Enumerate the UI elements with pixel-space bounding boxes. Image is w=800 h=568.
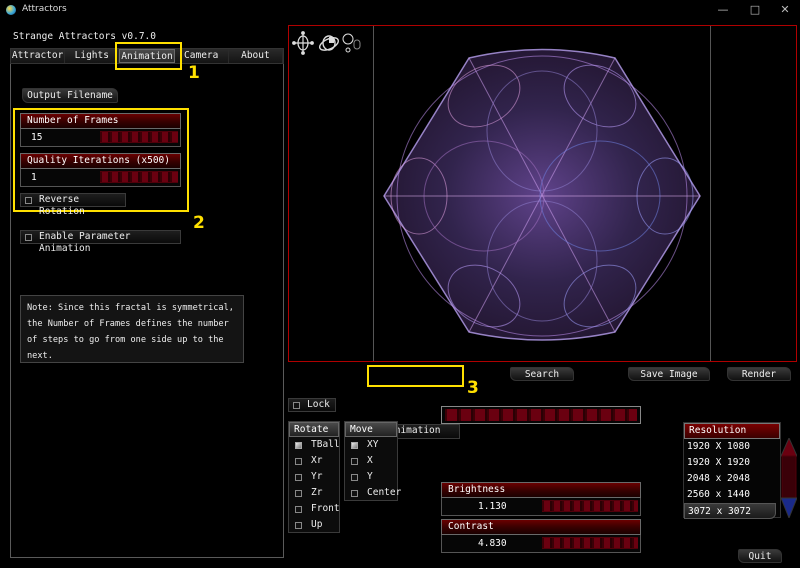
resolution-list: Resolution 1920 X 1080 1920 X 1920 2048 … bbox=[683, 422, 781, 519]
checkbox-icon bbox=[295, 442, 302, 449]
output-filename-button[interactable]: Output Filename bbox=[22, 88, 118, 103]
save-image-button[interactable]: Save Image bbox=[628, 367, 710, 381]
highlight-box-3 bbox=[367, 365, 464, 387]
option-label: Y bbox=[367, 471, 373, 482]
contrast-label: Contrast bbox=[441, 519, 641, 535]
lock-checkbox[interactable]: Lock bbox=[288, 398, 336, 412]
resolution-header: Resolution bbox=[684, 423, 780, 439]
tab-about[interactable]: About bbox=[228, 49, 284, 63]
tab-camera[interactable]: Camera bbox=[174, 49, 229, 63]
app-title: Strange Attractors v0.7.0 bbox=[13, 31, 156, 42]
scroll-down-arrow-icon[interactable] bbox=[781, 497, 797, 518]
checkbox-icon bbox=[295, 474, 302, 481]
note-text: Note: Since this fractal is symmetrical,… bbox=[20, 295, 244, 363]
callout-2: 2 bbox=[193, 213, 205, 233]
option-label: Zr bbox=[311, 487, 323, 498]
resolution-option-selected[interactable]: 3072 x 3072 bbox=[684, 503, 776, 519]
rotate-option-up[interactable]: Up bbox=[289, 517, 339, 533]
move-option-y[interactable]: Y bbox=[345, 469, 397, 485]
checkbox-icon bbox=[25, 197, 32, 204]
rotate-gizmo-icon[interactable] bbox=[318, 35, 340, 53]
reverse-rotation-label: Reverse Rotation bbox=[39, 194, 85, 217]
option-label: Front bbox=[311, 503, 340, 514]
number-of-frames-label: Number of Frames bbox=[20, 113, 181, 129]
resolution-option[interactable]: 2048 x 2048 bbox=[684, 471, 780, 487]
checkbox-icon bbox=[295, 522, 302, 529]
window-title: Attractors bbox=[22, 4, 67, 14]
checkbox-icon bbox=[351, 490, 358, 497]
app-icon bbox=[6, 5, 16, 15]
rotate-list-header: Rotate bbox=[289, 422, 339, 437]
checkbox-icon bbox=[351, 458, 358, 465]
attractor-render bbox=[383, 48, 701, 341]
minimize-button[interactable]: — bbox=[708, 2, 738, 18]
move-list-header: Move bbox=[345, 422, 397, 437]
move-option-x[interactable]: X bbox=[345, 453, 397, 469]
quality-iterations-value: 1 bbox=[31, 172, 37, 183]
checkbox-icon bbox=[25, 234, 32, 241]
rotate-option-zr[interactable]: Zr bbox=[289, 485, 339, 501]
number-of-frames-track[interactable] bbox=[100, 131, 178, 143]
enable-parameter-animation-checkbox[interactable]: Enable Parameter Animation bbox=[20, 230, 181, 254]
move-option-center[interactable]: Center bbox=[345, 485, 401, 501]
option-label: XY bbox=[367, 439, 379, 450]
quality-iterations-label: Quality Iterations (x500) bbox=[20, 153, 181, 169]
number-of-frames-slider[interactable]: Number of Frames 15 bbox=[20, 113, 181, 147]
quality-iterations-slider[interactable]: Quality Iterations (x500) 1 bbox=[20, 153, 181, 187]
checkbox-icon bbox=[293, 402, 300, 409]
brightness-track[interactable] bbox=[542, 500, 638, 512]
brightness-slider[interactable]: Brightness 1.130 bbox=[441, 482, 641, 516]
contrast-slider[interactable]: Contrast 4.830 bbox=[441, 519, 641, 553]
reverse-rotation-checkbox[interactable]: Reverse Rotation bbox=[20, 193, 126, 217]
progress-track bbox=[445, 409, 637, 421]
checkbox-icon bbox=[295, 506, 302, 513]
zoom-gizmo-icon[interactable] bbox=[342, 33, 361, 53]
scroll-up-arrow-icon[interactable] bbox=[781, 438, 797, 457]
scroll-thumb[interactable] bbox=[781, 455, 797, 499]
resolution-option[interactable]: 1920 X 1920 bbox=[684, 455, 780, 471]
option-label: Up bbox=[311, 519, 323, 530]
contrast-value: 4.830 bbox=[478, 538, 507, 549]
contrast-track[interactable] bbox=[542, 537, 638, 549]
callout-3: 3 bbox=[467, 378, 479, 398]
brightness-value: 1.130 bbox=[478, 501, 507, 512]
rotate-option-yr[interactable]: Yr bbox=[289, 469, 339, 485]
move-list: Move XY X Y Center bbox=[344, 421, 401, 501]
option-label: X bbox=[367, 455, 373, 466]
option-label: Xr bbox=[311, 455, 323, 466]
checkbox-icon bbox=[351, 442, 358, 449]
close-button[interactable]: ✕ bbox=[770, 2, 800, 18]
viewport-guide-right bbox=[710, 26, 711, 361]
checkbox-icon bbox=[351, 474, 358, 481]
quit-button[interactable]: Quit bbox=[738, 549, 782, 563]
move-option-xy[interactable]: XY bbox=[345, 437, 397, 453]
lock-label: Lock bbox=[307, 399, 330, 410]
quality-iterations-track[interactable] bbox=[100, 171, 178, 183]
rotate-option-tball[interactable]: TBall bbox=[289, 437, 340, 453]
search-button[interactable]: Search bbox=[510, 367, 574, 381]
progress-bar bbox=[441, 406, 641, 424]
tab-lights[interactable]: Lights bbox=[65, 49, 120, 63]
rotate-option-front[interactable]: Front bbox=[289, 501, 340, 517]
resolution-option[interactable]: 1920 X 1080 bbox=[684, 439, 780, 455]
render-button[interactable]: Render bbox=[727, 367, 791, 381]
maximize-button[interactable]: □ bbox=[740, 2, 770, 18]
move-gizmo-icon[interactable] bbox=[292, 31, 314, 55]
render-viewport[interactable] bbox=[288, 25, 797, 362]
option-label: TBall bbox=[311, 439, 340, 450]
option-label: Yr bbox=[311, 471, 323, 482]
checkbox-icon bbox=[295, 458, 302, 465]
checkbox-icon bbox=[295, 490, 302, 497]
rotate-option-xr[interactable]: Xr bbox=[289, 453, 339, 469]
resolution-scrollbar[interactable] bbox=[781, 438, 797, 518]
resolution-option[interactable]: 2560 x 1440 bbox=[684, 487, 780, 503]
rotate-list: Rotate TBall Xr Yr Zr Front Up bbox=[288, 421, 340, 533]
window-title-bar: Attractors — □ ✕ bbox=[0, 0, 800, 20]
number-of-frames-value: 15 bbox=[31, 132, 43, 143]
tab-attractor[interactable]: Attractor bbox=[11, 49, 66, 63]
brightness-label: Brightness bbox=[441, 482, 641, 498]
option-label: Center bbox=[367, 487, 402, 498]
gizmo-toolbar bbox=[292, 31, 361, 55]
